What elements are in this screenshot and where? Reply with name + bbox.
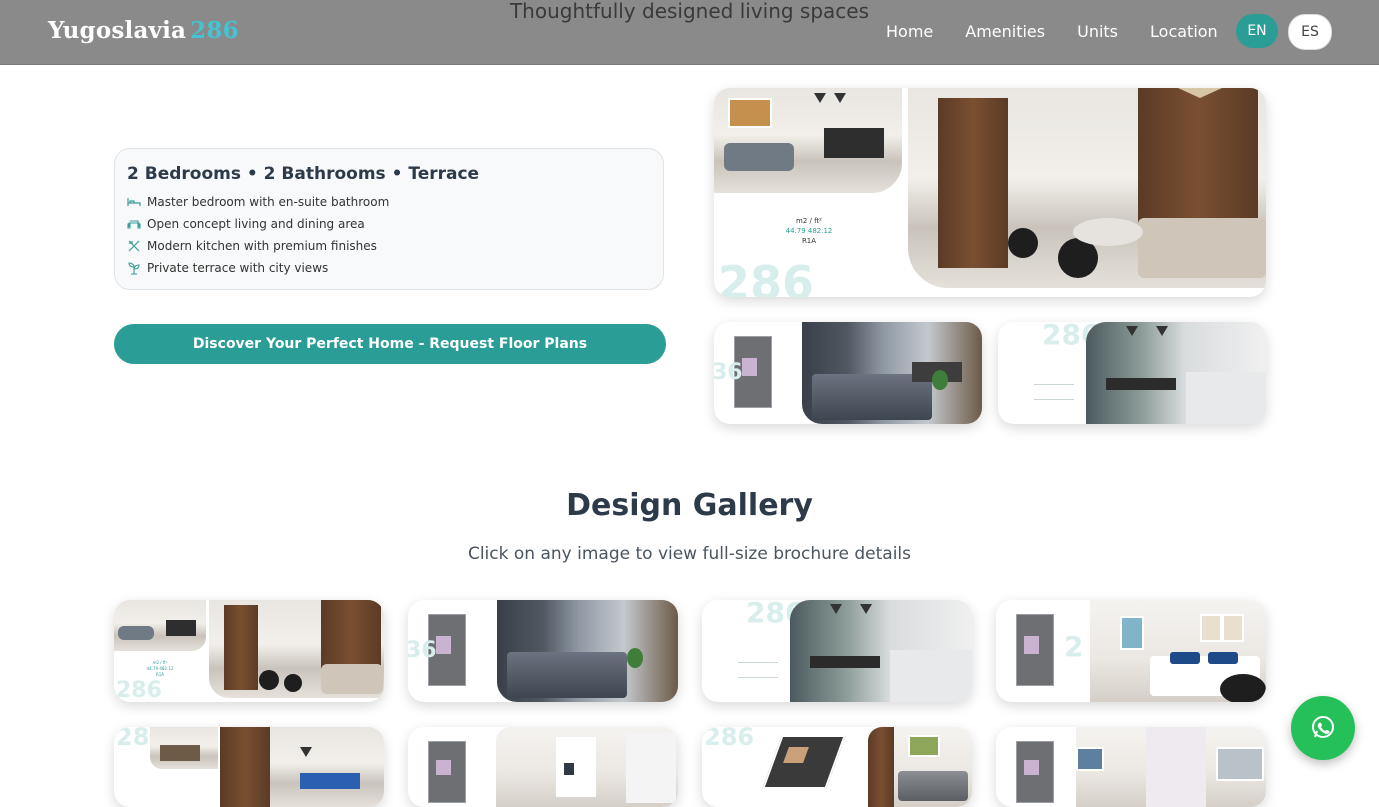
unit-dimensions: m2 / ft² 44.79 482.12 R1A bbox=[774, 216, 844, 246]
feature-item: Master bedroom with en-suite bathroom bbox=[127, 191, 651, 213]
kitchen-photo bbox=[790, 600, 972, 702]
site-logo[interactable]: Yugoslavia 286 bbox=[48, 17, 239, 44]
living-room-thumbnail bbox=[714, 88, 902, 193]
feature-item: Modern kitchen with premium finishes bbox=[127, 235, 651, 257]
master-bedroom-photo bbox=[1090, 600, 1266, 702]
isometric-floor-plan bbox=[762, 735, 852, 795]
living-room-thumbnail bbox=[114, 600, 206, 651]
gallery-image[interactable]: 2 bbox=[996, 600, 1266, 702]
main-room-photo bbox=[908, 88, 1266, 288]
unit-features-title: 2 Bedrooms • 2 Bathrooms • Terrace bbox=[127, 164, 480, 184]
request-floor-plans-button[interactable]: Discover Your Perfect Home - Request Flo… bbox=[114, 324, 666, 364]
gallery-image[interactable]: 36 bbox=[408, 600, 678, 702]
feature-label: Modern kitchen with premium finishes bbox=[147, 239, 377, 253]
utensils-icon bbox=[128, 240, 140, 252]
gallery-subtitle: Click on any image to view full-size bro… bbox=[467, 544, 912, 564]
language-en-button[interactable]: EN bbox=[1236, 14, 1278, 48]
gallery-image[interactable]: 28 bbox=[114, 727, 384, 807]
brand-watermark-fragment: 28 bbox=[116, 727, 150, 751]
featured-brochure-image[interactable]: m2 / ft² 44.79 482.12 R1A 286 bbox=[714, 88, 1266, 297]
bedroom-photo bbox=[1076, 727, 1266, 807]
language-es-button[interactable]: ES bbox=[1288, 14, 1332, 50]
unit-features-card: 2 Bedrooms • 2 Bathrooms • Terrace Maste… bbox=[114, 148, 664, 290]
nav-link-amenities[interactable]: Amenities bbox=[965, 22, 1045, 41]
dining-photo bbox=[220, 727, 384, 807]
gallery-image[interactable]: m2 / ft² 44.79 482.12 R1A 286 bbox=[114, 600, 384, 702]
unit-dimensions-text: m2 / ft² 44.79 482.12 R1A bbox=[146, 660, 174, 677]
brand-watermark-fragment: 286 bbox=[116, 678, 162, 702]
brand-watermark-fragment: 2 bbox=[1064, 630, 1084, 663]
logo-name: Yugoslavia bbox=[48, 17, 187, 44]
feature-item: Open concept living and dining area bbox=[127, 213, 651, 235]
main-nav: Home Amenities Units Location bbox=[870, 22, 1234, 41]
nav-link-home[interactable]: Home bbox=[886, 22, 933, 41]
bed-icon bbox=[127, 198, 141, 206]
nav-link-location[interactable]: Location bbox=[1150, 22, 1218, 41]
unit-area-values: 44.79 482.12 bbox=[785, 227, 833, 235]
whatsapp-icon bbox=[1312, 716, 1334, 738]
gallery-title: Design Gallery bbox=[566, 488, 813, 523]
nav-link-units[interactable]: Units bbox=[1077, 22, 1118, 41]
whatsapp-button[interactable] bbox=[1291, 696, 1355, 760]
brochure-thumbnail[interactable]: 286 bbox=[998, 322, 1266, 424]
unit-dimensions-text bbox=[1034, 384, 1074, 400]
floor-plan bbox=[428, 741, 466, 803]
unit-dimensions-text bbox=[738, 662, 778, 678]
bathroom-photo bbox=[496, 727, 678, 807]
brochure-thumbnail[interactable]: 36 bbox=[714, 322, 982, 424]
gallery-image[interactable]: 286 bbox=[702, 727, 972, 807]
bedroom-photo bbox=[497, 600, 678, 702]
floor-plan bbox=[1016, 614, 1054, 686]
feature-label: Open concept living and dining area bbox=[147, 217, 365, 231]
gallery-image[interactable]: 286 bbox=[702, 600, 972, 702]
top-navbar: Thoughtfully designed living spaces Yugo… bbox=[0, 0, 1379, 65]
kitchen-photo bbox=[1086, 322, 1266, 424]
gallery-image[interactable] bbox=[408, 727, 678, 807]
brand-watermark: 286 bbox=[718, 256, 815, 297]
brand-watermark-fragment: 36 bbox=[714, 360, 743, 385]
feature-label: Private terrace with city views bbox=[147, 261, 329, 275]
unit-units-label: m2 / ft² bbox=[796, 217, 822, 225]
sofa-icon bbox=[127, 220, 141, 229]
logo-number: 286 bbox=[190, 17, 239, 44]
bedroom-photo bbox=[868, 727, 972, 807]
unit-code: R1A bbox=[801, 237, 817, 245]
feature-item: Private terrace with city views bbox=[127, 257, 651, 279]
plant-icon bbox=[128, 262, 140, 275]
bedroom-photo bbox=[802, 322, 982, 424]
brand-watermark-fragment: 36 bbox=[408, 638, 437, 663]
feature-label: Master bedroom with en-suite bathroom bbox=[147, 195, 390, 209]
main-room-photo bbox=[209, 600, 384, 698]
living-room-thumbnail bbox=[150, 727, 218, 769]
floor-plan bbox=[1016, 741, 1054, 803]
gallery-image[interactable] bbox=[996, 727, 1266, 807]
brand-watermark-fragment: 286 bbox=[704, 727, 755, 751]
